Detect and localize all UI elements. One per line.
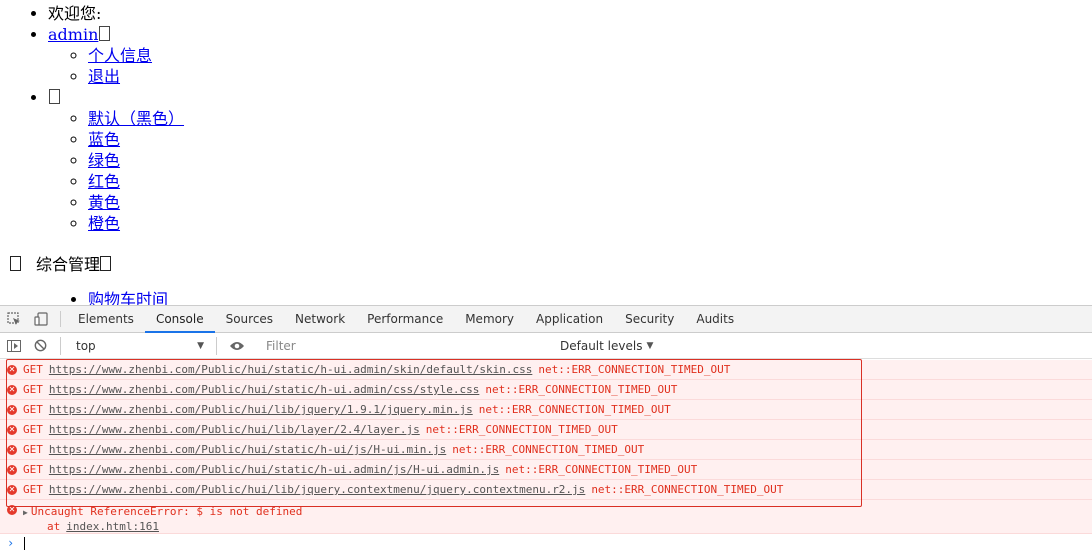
skin-green-link[interactable]: 绿色 xyxy=(88,151,120,170)
resource-link[interactable]: https://www.zhenbi.com/Public/hui/static… xyxy=(49,363,532,376)
device-toolbar-icon[interactable] xyxy=(27,306,54,332)
toolbar-separator xyxy=(216,336,217,355)
devtools-panel: Elements Console Sources Network Perform… xyxy=(0,305,1092,551)
toolbar-separator xyxy=(60,336,61,355)
tab-performance[interactable]: Performance xyxy=(356,306,454,332)
console-error-row: ✕ GET https://www.zhenbi.com/Public/hui/… xyxy=(0,360,1092,380)
log-levels-dropdown[interactable]: Default levels ▼ xyxy=(560,339,653,353)
skin-orange-link[interactable]: 橙色 xyxy=(88,214,120,233)
tab-security[interactable]: Security xyxy=(614,306,685,332)
console-prompt[interactable]: › xyxy=(0,534,1092,552)
error-icon: ✕ xyxy=(7,364,17,375)
live-expression-eye-icon[interactable] xyxy=(223,341,250,351)
tab-network[interactable]: Network xyxy=(284,306,356,332)
resource-link[interactable]: https://www.zhenbi.com/Public/hui/static… xyxy=(49,383,479,396)
error-icon: ✕ xyxy=(7,444,17,455)
logout-link[interactable]: 退出 xyxy=(88,67,120,86)
context-selector[interactable]: top ▼ xyxy=(70,336,210,356)
inspect-element-icon[interactable] xyxy=(0,306,27,332)
console-error-row: ✕ GET https://www.zhenbi.com/Public/hui/… xyxy=(0,400,1092,420)
section-title[interactable]: 综合管理 xyxy=(10,254,126,275)
user-submenu: 个人信息 退出 xyxy=(48,45,184,87)
profile-link[interactable]: 个人信息 xyxy=(88,46,152,65)
tab-memory[interactable]: Memory xyxy=(454,306,525,332)
console-error-row: ✕ GET https://www.zhenbi.com/Public/hui/… xyxy=(0,420,1092,440)
console-toolbar: top ▼ Filter Default levels ▼ xyxy=(0,333,1092,359)
sidebar-toggle-icon[interactable] xyxy=(0,339,27,352)
console-error-row: ✕ GET https://www.zhenbi.com/Public/hui/… xyxy=(0,380,1092,400)
resource-link[interactable]: https://www.zhenbi.com/Public/hui/lib/jq… xyxy=(49,483,585,496)
error-icon: ✕ xyxy=(7,484,17,495)
uncaught-error-row: ✕ ▶ Uncaught ReferenceError: $ is not def… xyxy=(0,500,1092,534)
tab-application[interactable]: Application xyxy=(525,306,614,332)
console-error-row: ✕ GET https://www.zhenbi.com/Public/hui/… xyxy=(0,460,1092,480)
resource-link[interactable]: https://www.zhenbi.com/Public/hui/static… xyxy=(49,463,499,476)
error-icon: ✕ xyxy=(7,464,17,475)
skin-blue-link[interactable]: 蓝色 xyxy=(88,130,120,149)
skin-icon xyxy=(49,89,60,104)
console-error-row: ✕ GET https://www.zhenbi.com/Public/hui/… xyxy=(0,440,1092,460)
skin-toggle-link[interactable] xyxy=(48,88,60,107)
tab-elements[interactable]: Elements xyxy=(67,306,145,332)
tabbar-separator xyxy=(60,311,61,327)
skin-default-link[interactable]: 默认（黑色） xyxy=(88,109,184,128)
caret-icon xyxy=(99,26,111,41)
skin-menu-item: 默认（黑色） 蓝色 绿色 红色 黄色 橙色 xyxy=(48,87,184,234)
cart-time-link[interactable]: 购物车时间 xyxy=(88,290,168,305)
console-messages: ✕ GET https://www.zhenbi.com/Public/hui/… xyxy=(0,359,1092,552)
skin-submenu: 默认（黑色） 蓝色 绿色 红色 黄色 橙色 xyxy=(48,108,184,234)
text-caret xyxy=(24,536,26,550)
error-icon: ✕ xyxy=(7,424,17,435)
console-error-row: ✕ GET https://www.zhenbi.com/Public/hui/… xyxy=(0,480,1092,500)
user-link[interactable]: admin xyxy=(48,25,111,44)
error-icon: ✕ xyxy=(7,505,17,515)
resource-link[interactable]: https://www.zhenbi.com/Public/hui/lib/jq… xyxy=(49,403,473,416)
top-nav-list: 欢迎您: admin 个人信息 退出 默认（黑色） 蓝色 绿色 红色 黄色 橙色 xyxy=(0,3,184,234)
prompt-chevron-icon: › xyxy=(7,536,15,550)
welcome-text: 欢迎您: xyxy=(48,3,184,24)
devtools-tabbar: Elements Console Sources Network Perform… xyxy=(0,305,1092,333)
resource-link[interactable]: https://www.zhenbi.com/Public/hui/static… xyxy=(49,443,446,456)
tab-sources[interactable]: Sources xyxy=(215,306,284,332)
skin-yellow-link[interactable]: 黄色 xyxy=(88,193,120,212)
section-caret-icon xyxy=(100,256,112,271)
dropdown-arrow-icon: ▼ xyxy=(646,340,654,351)
filter-input[interactable]: Filter xyxy=(262,335,554,356)
page-content: 欢迎您: admin 个人信息 退出 默认（黑色） 蓝色 绿色 红色 黄色 橙色… xyxy=(0,0,1092,305)
skin-red-link[interactable]: 红色 xyxy=(88,172,120,191)
tab-audits[interactable]: Audits xyxy=(685,306,745,332)
stack-location-link[interactable]: index.html:161 xyxy=(66,520,159,533)
user-menu-item: admin 个人信息 退出 xyxy=(48,24,184,87)
error-icon: ✕ xyxy=(7,404,17,415)
resource-link[interactable]: https://www.zhenbi.com/Public/hui/lib/la… xyxy=(49,423,420,436)
section-submenu: 购物车时间 xyxy=(0,289,168,305)
section-icon xyxy=(10,256,21,271)
dropdown-arrow-icon: ▼ xyxy=(197,340,204,351)
expand-triangle-icon[interactable]: ▶ xyxy=(23,508,28,517)
tab-console[interactable]: Console xyxy=(144,306,215,333)
error-icon: ✕ xyxy=(7,384,17,395)
clear-console-icon[interactable] xyxy=(27,339,54,352)
